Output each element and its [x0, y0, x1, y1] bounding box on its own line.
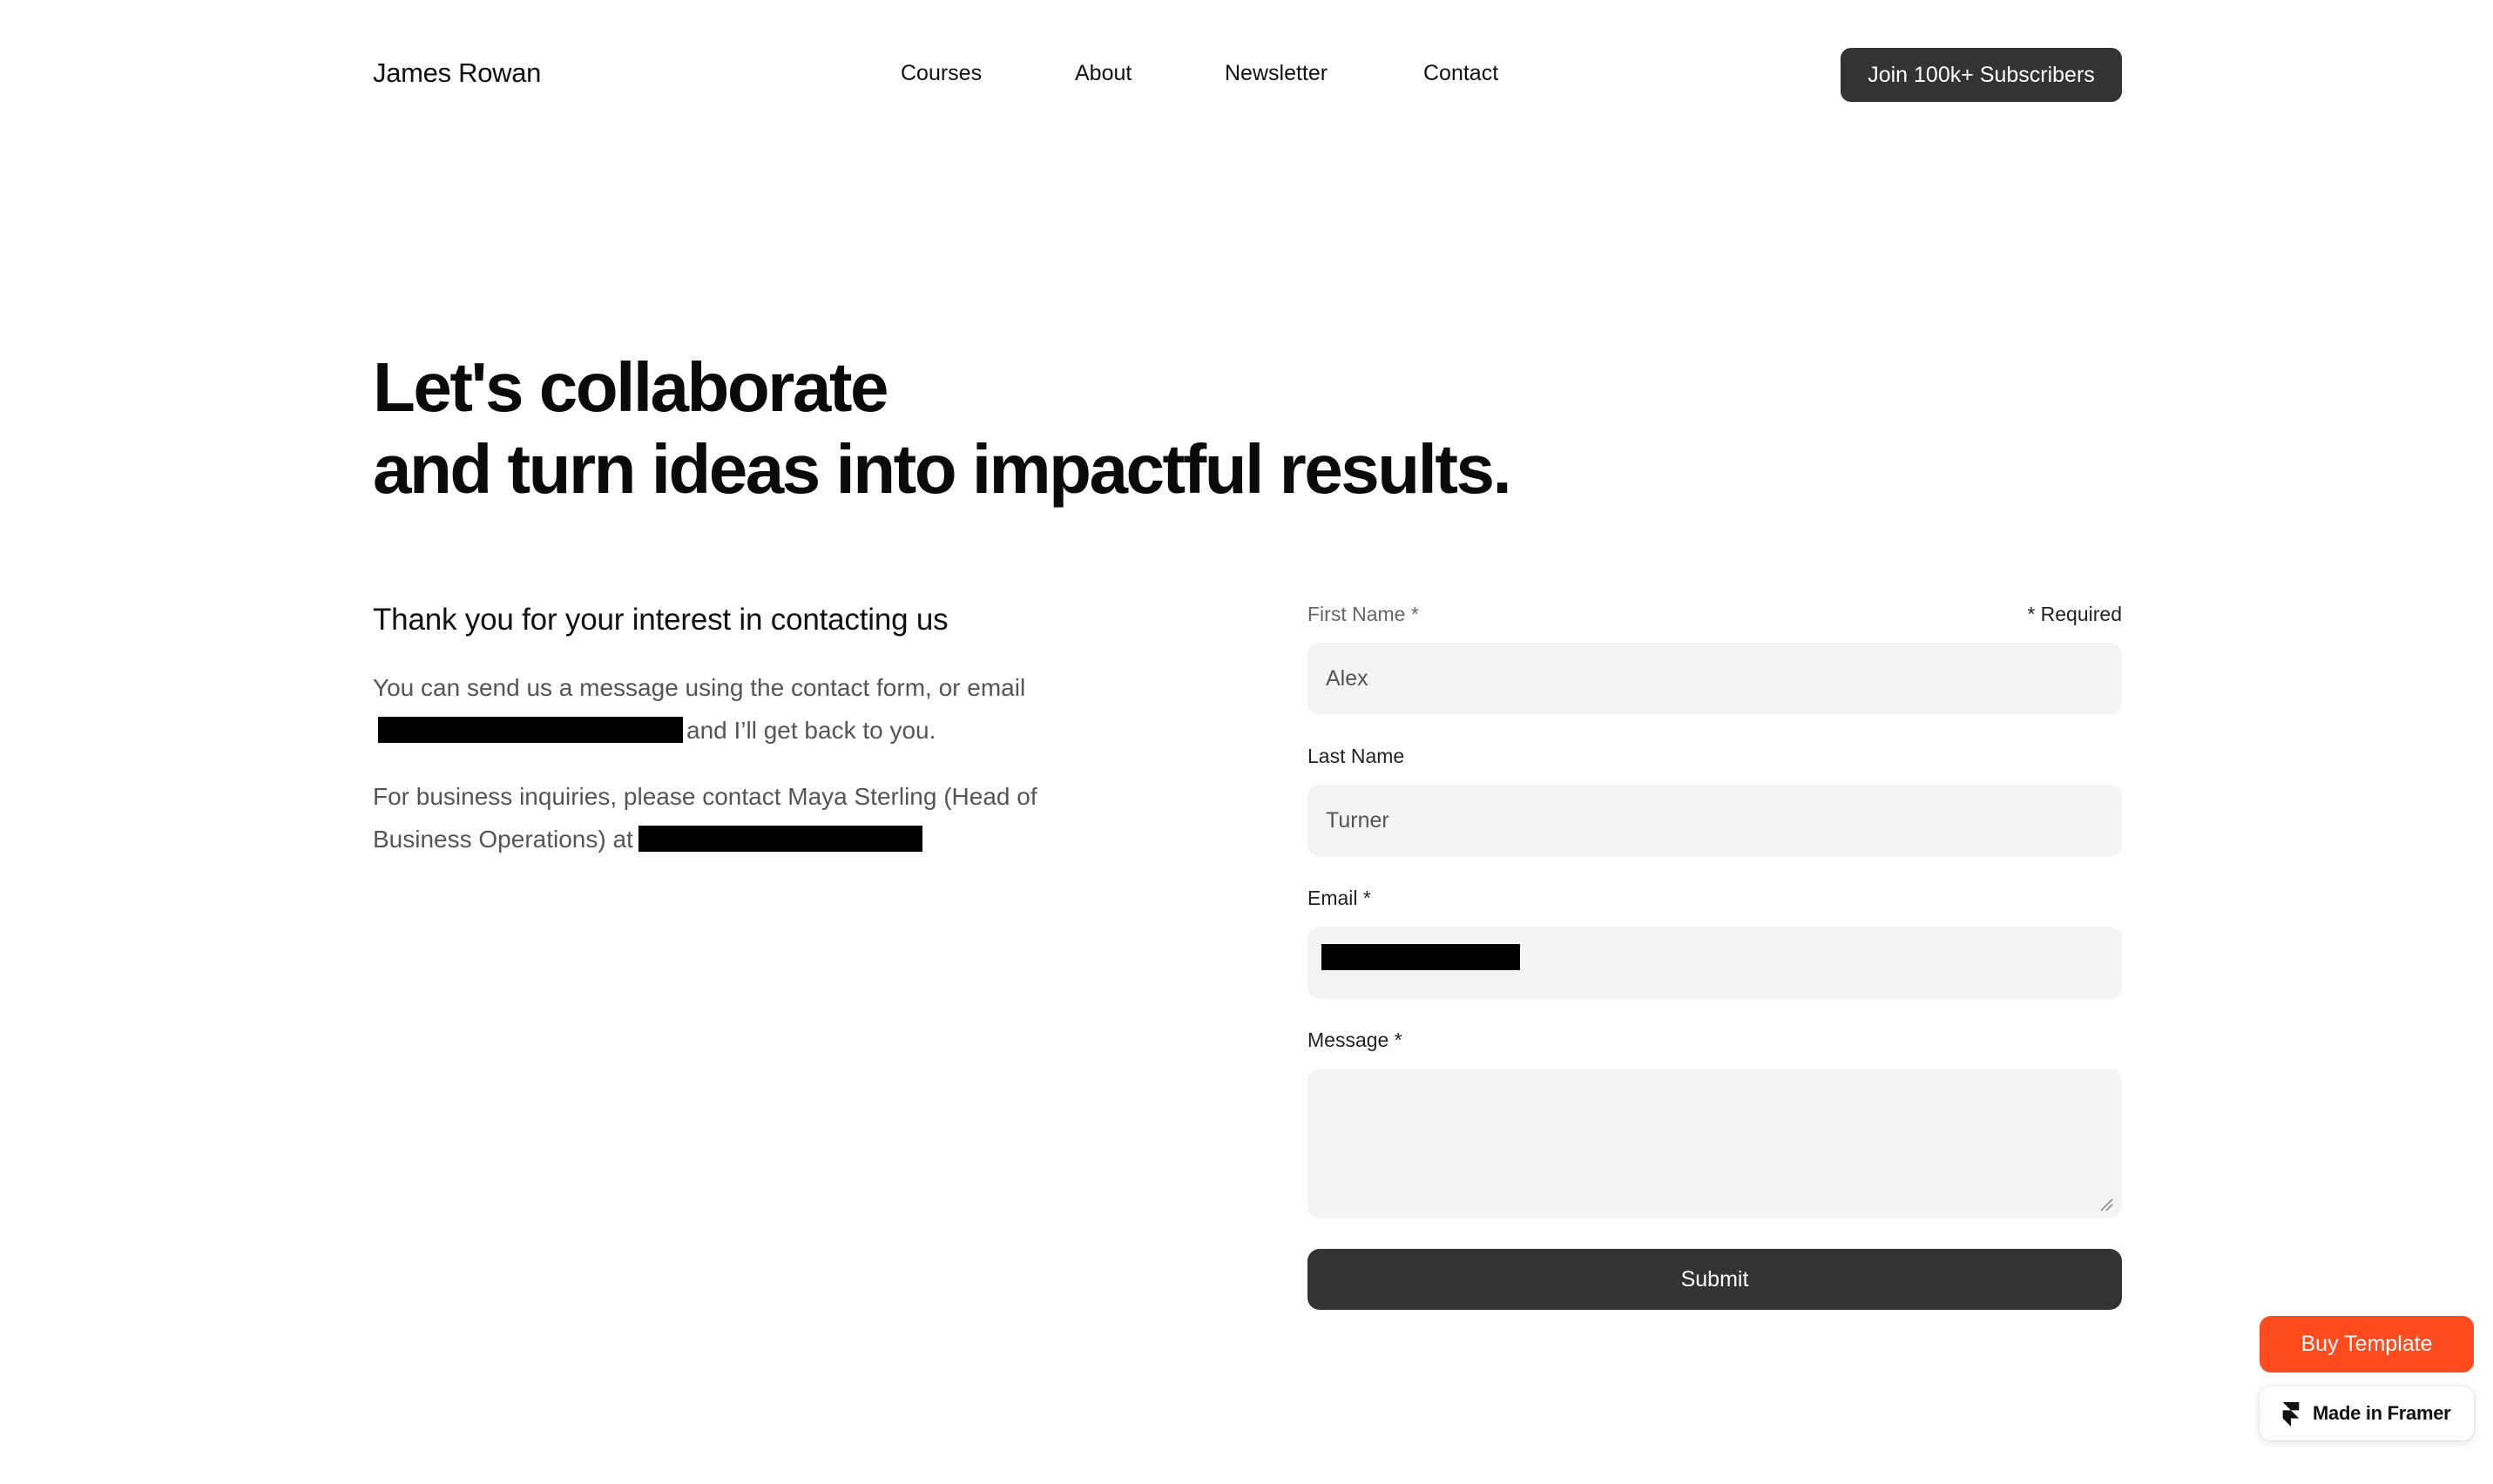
- redacted-email: [378, 717, 683, 743]
- intro-paragraph-contact-text: You can send us a message using the cont…: [373, 674, 1026, 701]
- intro-heading: Thank you for your interest in contactin…: [373, 603, 949, 637]
- made-in-framer-label: Made in Framer: [2313, 1402, 2451, 1424]
- subscribe-button[interactable]: Join 100k+ Subscribers: [1841, 48, 2122, 102]
- intro-paragraph-contact: You can send us a message using the cont…: [373, 666, 1070, 752]
- intro-paragraph-business: For business inquiries, please contact M…: [373, 775, 1070, 860]
- made-in-framer-badge[interactable]: Made in Framer: [2260, 1386, 2474, 1440]
- nav-link-courses[interactable]: Courses: [901, 61, 982, 86]
- nav-link-about[interactable]: About: [1075, 61, 1132, 86]
- resize-handle-icon[interactable]: [2099, 1197, 2113, 1211]
- redacted-email-value: [1321, 944, 1520, 970]
- hero-line-1: Let's collaborate: [373, 348, 889, 426]
- last-name-label: Last Name: [1307, 745, 1405, 767]
- site-header: James Rowan Courses About Newsletter Con…: [0, 0, 2493, 150]
- intro-paragraph-contact-tail: and I’ll get back to you.: [686, 717, 936, 744]
- redacted-business-email: [638, 826, 922, 852]
- first-name-label: First Name *: [1307, 603, 1419, 625]
- first-name-input[interactable]: [1307, 643, 2122, 715]
- email-label: Email *: [1307, 887, 1371, 909]
- message-textarea[interactable]: [1307, 1069, 2122, 1218]
- brand-logo[interactable]: James Rowan: [373, 57, 541, 89]
- framer-logo-icon: [2282, 1402, 2300, 1427]
- message-label: Message *: [1307, 1029, 1402, 1051]
- submit-button[interactable]: Submit: [1307, 1249, 2122, 1310]
- nav-link-newsletter[interactable]: Newsletter: [1225, 61, 1328, 86]
- hero-line-2: and turn ideas into impactful results.: [373, 430, 1512, 508]
- nav-link-contact[interactable]: Contact: [1423, 61, 1498, 86]
- required-note: * Required: [2027, 603, 2122, 625]
- hero-heading: Let's collaborate and turn ideas into im…: [373, 347, 1512, 510]
- buy-template-button[interactable]: Buy Template: [2260, 1316, 2474, 1373]
- last-name-input[interactable]: [1307, 785, 2122, 857]
